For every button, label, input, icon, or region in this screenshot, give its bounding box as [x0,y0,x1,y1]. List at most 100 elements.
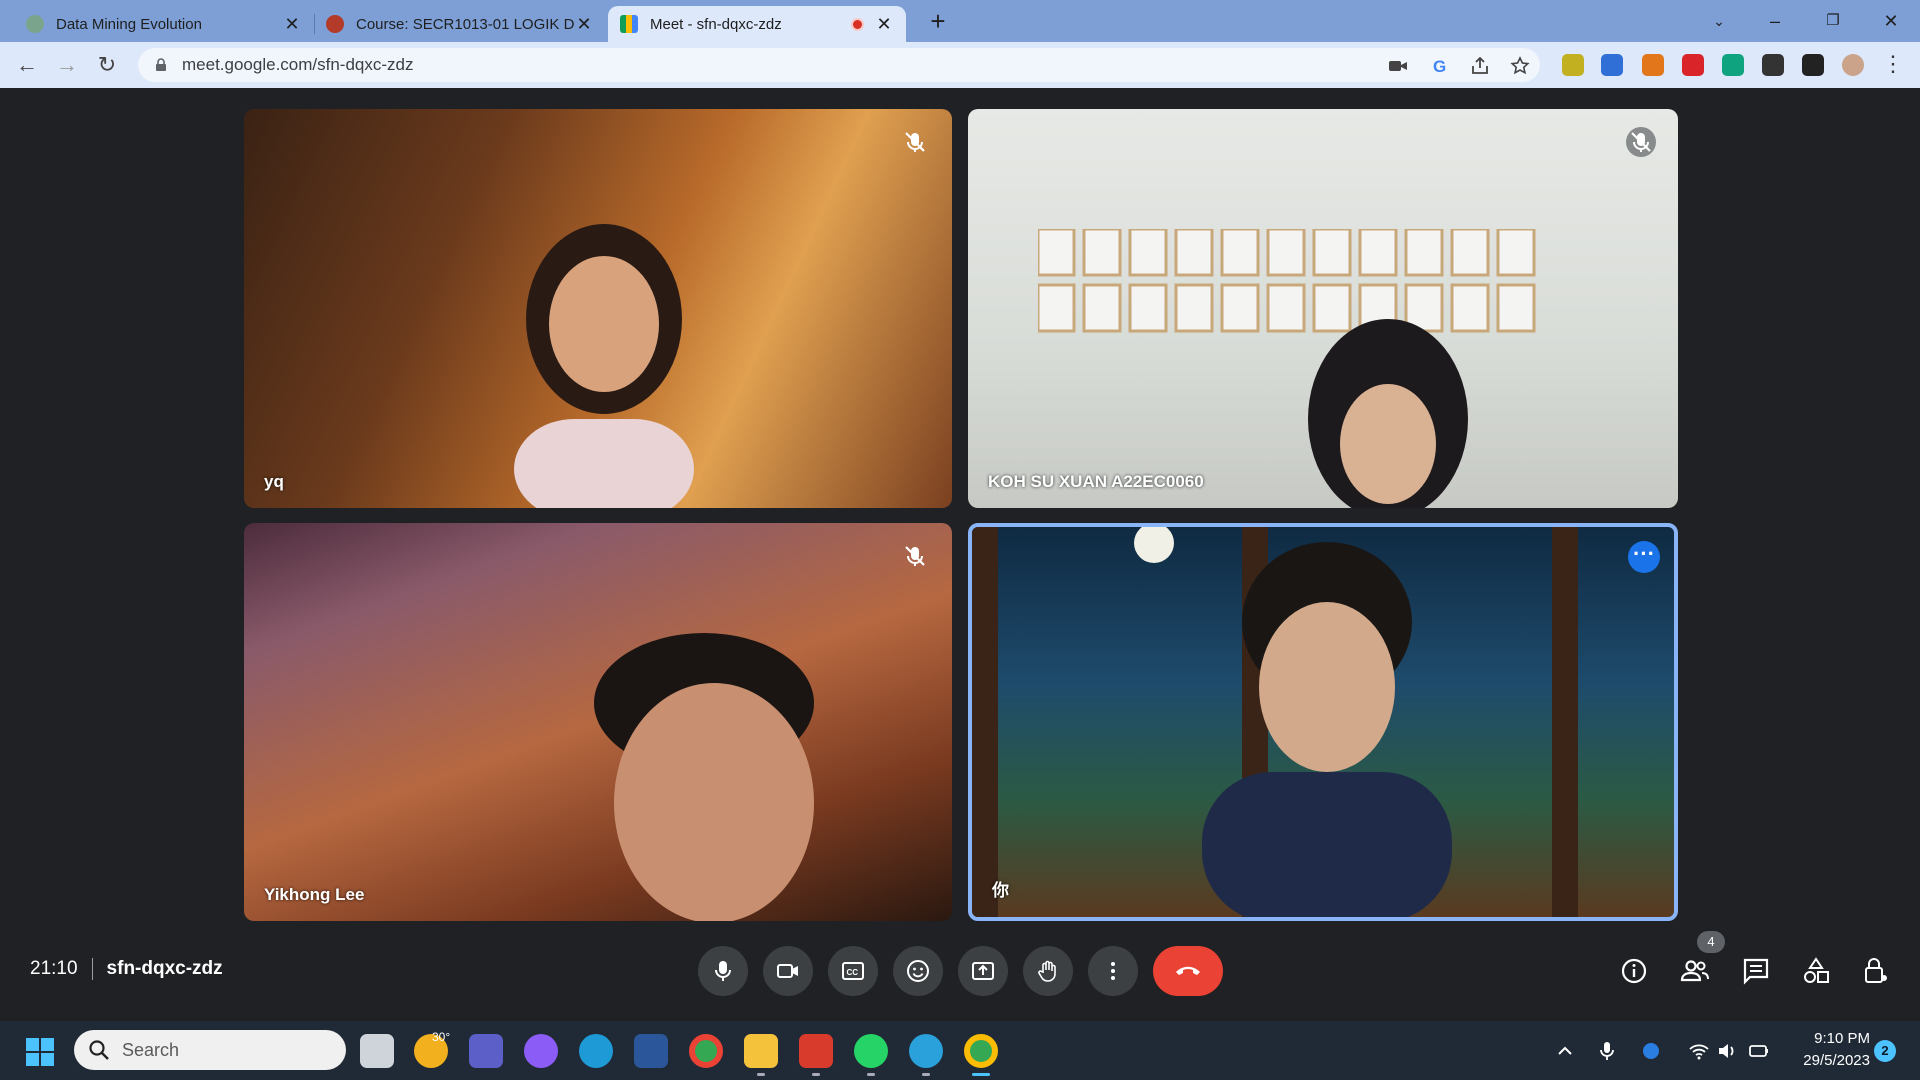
video-camera-icon [777,964,798,978]
microphone-icon[interactable] [1596,1040,1618,1062]
participant-name: 你 [992,881,1009,900]
restore-button[interactable]: ❐ [1810,6,1856,36]
participant-tile[interactable]: Yikhong Lee [244,523,952,921]
reload-icon[interactable]: ↻ [92,50,122,80]
wps-office-icon[interactable] [799,1034,833,1068]
captions-button[interactable]: CC [828,946,878,996]
tab-course[interactable]: Course: SECR1013-01 LOGIK DIGITAL ✕ [314,6,606,42]
course-icon [326,15,344,33]
people-count-badge: 4 [1697,931,1725,953]
side-panel-icon[interactable] [1802,54,1824,76]
emoji-smile-icon [907,960,929,982]
new-tab-button[interactable]: + [924,8,952,36]
messenger-icon[interactable] [524,1034,558,1068]
microphone-button[interactable] [698,946,748,996]
chat-icon [1743,958,1769,985]
meeting-details-button[interactable] [1619,956,1649,986]
running-indicator [812,1073,820,1076]
notification-badge[interactable]: 2 [1874,1040,1896,1062]
bitwarden-icon[interactable] [1601,54,1623,76]
mic-off-icon [900,127,930,157]
divider [91,958,93,980]
task-view-icon[interactable] [360,1034,394,1068]
chrome-icon[interactable] [689,1034,723,1068]
share-icon[interactable] [1470,56,1490,76]
close-icon[interactable]: ✕ [574,14,594,35]
whatsapp-icon[interactable] [854,1034,888,1068]
metamask-icon[interactable] [1642,54,1664,76]
host-controls-button[interactable] [1861,956,1891,986]
mic-off-icon [900,541,930,571]
leave-call-button[interactable] [1153,946,1223,996]
windows-start-icon[interactable] [26,1038,54,1066]
lock-icon [156,58,166,71]
taskbar-search-box[interactable]: Search [74,1030,346,1070]
present-button[interactable] [958,946,1008,996]
windows-taskbar: Search 30° 9:10 PM 29/5/2023 2 [0,1021,1920,1080]
close-window-button[interactable]: ✕ [1868,6,1914,36]
mic-off-icon [1626,127,1656,157]
svg-text:CC: CC [847,968,859,977]
running-indicator [757,1073,765,1076]
meeting-details: 21:10 sfn-dqxc-zdz [30,958,223,980]
reactions-button[interactable] [893,946,943,996]
meet-icon [620,15,638,33]
svg-text:G: G [1433,57,1446,76]
wifi-icon[interactable] [1688,1040,1710,1062]
file-explorer-icon[interactable] [744,1034,778,1068]
running-indicator [867,1073,875,1076]
chevron-up-icon[interactable] [1554,1040,1576,1062]
word-icon[interactable] [634,1034,668,1068]
chrome-active-icon[interactable] [964,1034,998,1068]
tab-title: Data Mining Evolution [56,15,202,33]
teams-chat-icon[interactable] [469,1034,503,1068]
defender-icon[interactable] [1640,1040,1662,1062]
video-downloader-icon[interactable] [1682,54,1704,76]
active-indicator [972,1073,990,1076]
more-options-button[interactable]: ··· [1628,541,1660,573]
people-button[interactable] [1680,956,1710,986]
tab-search-chevron-icon[interactable]: ⌄ [1696,6,1742,36]
participant-video [594,633,814,921]
bookmark-star-icon[interactable] [1510,56,1530,76]
profile-avatar[interactable] [1842,54,1864,76]
chatgpt-extension-icon[interactable] [1722,54,1744,76]
puzzle-extensions-icon[interactable] [1762,54,1784,76]
google-lens-icon[interactable]: G [1430,56,1450,76]
participant-tile[interactable]: yq [244,109,952,508]
tab-meet[interactable]: Meet - sfn-dqxc-zdz ✕ [608,6,906,42]
search-placeholder: Search [122,1039,180,1060]
chat-button[interactable] [1741,956,1771,986]
edge-icon[interactable] [579,1034,613,1068]
url-text: meet.google.com/sfn-dqxc-zdz [182,55,414,74]
participant-video [514,224,694,508]
participant-name: KOH SU XUAN A22EC0060 [988,472,1204,491]
address-bar[interactable]: meet.google.com/sfn-dqxc-zdz G [138,48,1540,82]
forward-arrow-icon[interactable]: → [52,50,82,80]
close-icon[interactable]: ✕ [874,14,894,35]
clock-time[interactable]: 9:10 PM [1800,1030,1870,1047]
kebab-menu-icon [1111,962,1115,980]
camera-button[interactable] [763,946,813,996]
more-options-button[interactable] [1088,946,1138,996]
raise-hand-icon [1038,960,1056,982]
camera-icon[interactable] [1388,56,1408,76]
close-icon[interactable]: ✕ [282,14,302,35]
volume-icon[interactable] [1716,1040,1738,1062]
telegram-icon[interactable] [909,1034,943,1068]
lock-person-icon [1865,958,1887,983]
minimize-button[interactable]: – [1752,6,1798,36]
participant-video [972,527,1578,917]
raise-hand-button[interactable] [1023,946,1073,996]
background-frames [1038,229,1536,508]
activities-button[interactable] [1801,956,1831,986]
kebab-menu-icon[interactable]: ⋮ [1882,53,1904,76]
battery-icon[interactable] [1748,1040,1770,1062]
participant-tile[interactable]: KOH SU XUAN A22EC0060 [968,109,1678,508]
back-arrow-icon[interactable]: ← [12,50,42,80]
extension-icon[interactable] [1562,54,1584,76]
tab-data-mining[interactable]: Data Mining Evolution ✕ [14,6,314,42]
clock-date[interactable]: 29/5/2023 [1780,1052,1870,1069]
self-view-tile[interactable]: ··· 你 [968,523,1678,921]
activities-shapes-icon [1804,957,1829,983]
